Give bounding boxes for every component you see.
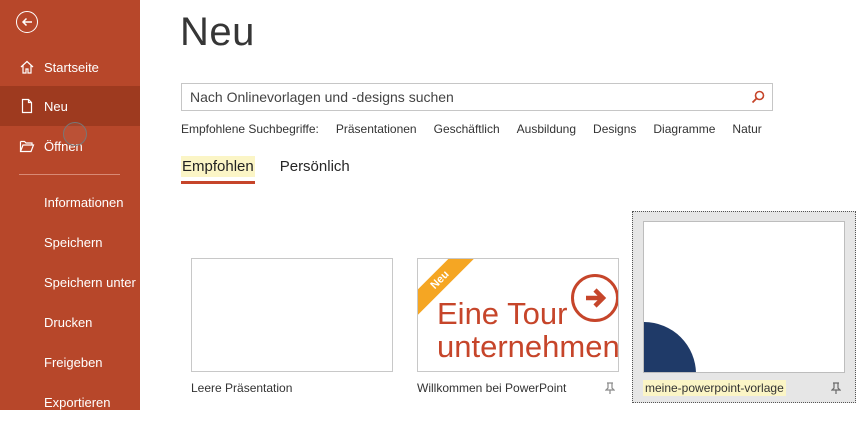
sidebar-item-label: Neu <box>44 98 68 114</box>
template-label: Willkommen bei PowerPoint <box>417 381 567 395</box>
tab-empfohlen[interactable]: Empfohlen <box>181 156 255 184</box>
sidebar-item-label: Drucken <box>44 314 93 330</box>
sidebar-item-label: Startseite <box>44 59 99 75</box>
new-file-icon <box>21 98 33 114</box>
sidebar-item-label: Speichern unter <box>44 274 136 290</box>
template-tabs: Empfohlen Persönlich <box>181 156 375 184</box>
template-label: Leere Präsentation <box>191 381 293 395</box>
sidebar-item-informationen[interactable]: Informationen <box>0 182 140 222</box>
suggestion-link[interactable]: Präsentationen <box>336 122 417 136</box>
page-title: Neu <box>180 10 255 54</box>
sidebar-item-neu[interactable]: Neu <box>0 86 140 126</box>
mouse-cursor <box>63 122 87 146</box>
home-icon <box>20 60 34 74</box>
backstage-sidebar: Startseite Neu Öffnen Informationen Spei… <box>0 0 140 410</box>
arrow-right-circle-icon <box>571 274 618 322</box>
suggested-searches-label: Empfohlene Suchbegriffe: <box>181 122 319 136</box>
sidebar-item-drucken[interactable]: Drucken <box>0 302 140 342</box>
sidebar-item-startseite[interactable]: Startseite <box>0 47 140 87</box>
template-thumbnail[interactable]: Neu Eine Tour unternehmen <box>417 258 619 372</box>
suggestion-link[interactable]: Ausbildung <box>517 122 576 136</box>
sidebar-item-freigeben[interactable]: Freigeben <box>0 342 140 382</box>
back-button[interactable] <box>16 11 38 33</box>
sidebar-item-label: Speichern <box>44 234 103 250</box>
suggestion-link[interactable]: Geschäftlich <box>434 122 500 136</box>
suggested-searches: Empfohlene Suchbegriffe: Präsentationen … <box>181 122 779 136</box>
tab-persoenlich[interactable]: Persönlich <box>279 156 351 177</box>
template-label: meine-powerpoint-vorlage <box>643 380 786 396</box>
search-icon[interactable] <box>750 89 766 105</box>
sidebar-item-label: Exportieren <box>44 394 111 410</box>
sidebar-item-speichern-unter[interactable]: Speichern unter <box>0 262 140 302</box>
pin-icon[interactable] <box>605 382 615 394</box>
sidebar-item-speichern[interactable]: Speichern <box>0 222 140 262</box>
sidebar-item-label: Informationen <box>44 194 124 210</box>
pin-icon[interactable] <box>831 382 841 394</box>
arrow-left-icon <box>21 17 32 27</box>
suggestion-link[interactable]: Diagramme <box>653 122 715 136</box>
sidebar-item-exportieren[interactable]: Exportieren <box>0 382 140 422</box>
folder-open-icon <box>19 140 35 153</box>
quarter-circle-shape <box>644 322 696 372</box>
sidebar-divider <box>19 174 120 175</box>
suggestion-link[interactable]: Designs <box>593 122 636 136</box>
search-input[interactable] <box>188 88 732 106</box>
search-box[interactable] <box>181 83 773 111</box>
template-thumbnail[interactable] <box>191 258 393 372</box>
sidebar-item-label: Freigeben <box>44 354 103 370</box>
suggestion-link[interactable]: Natur <box>732 122 761 136</box>
template-thumbnail[interactable] <box>643 221 845 373</box>
